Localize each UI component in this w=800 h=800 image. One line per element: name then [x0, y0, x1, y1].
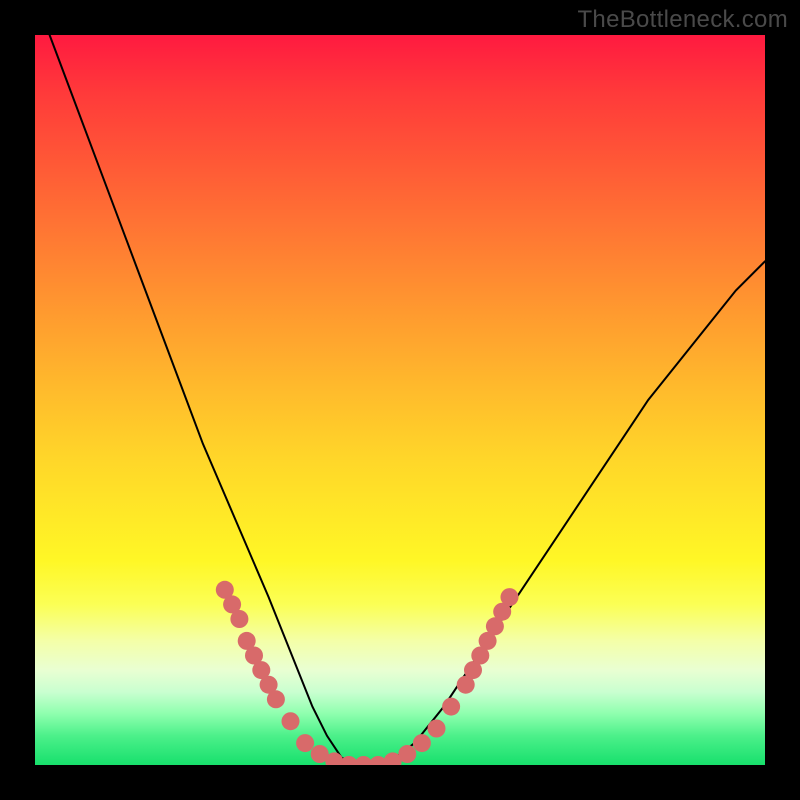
marker-dot — [428, 720, 446, 738]
marker-dot — [398, 745, 416, 763]
marker-dot — [501, 588, 519, 606]
marker-dot — [282, 712, 300, 730]
bottleneck-curve — [50, 35, 765, 765]
marker-dot — [267, 690, 285, 708]
chart-frame: TheBottleneck.com — [0, 0, 800, 800]
highlight-dots — [216, 581, 519, 765]
curve-svg — [35, 35, 765, 765]
watermark-text: TheBottleneck.com — [577, 6, 788, 34]
marker-dot — [413, 734, 431, 752]
plot-area — [35, 35, 765, 765]
marker-dot — [296, 734, 314, 752]
marker-dot — [230, 610, 248, 628]
marker-dot — [442, 698, 460, 716]
